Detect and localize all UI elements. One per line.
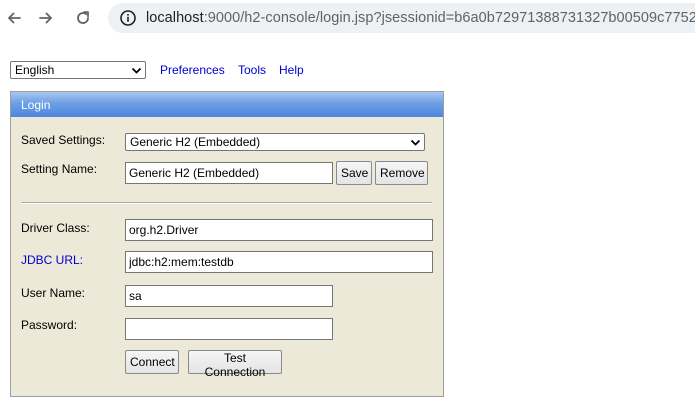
- chevron-down-icon: [131, 67, 142, 74]
- saved-settings-select[interactable]: Generic H2 (Embedded): [125, 133, 425, 151]
- tools-link[interactable]: Tools: [238, 63, 266, 77]
- forward-button[interactable]: [34, 6, 58, 30]
- reload-icon: [77, 11, 89, 24]
- user-name-label: User Name:: [21, 286, 86, 300]
- arrow-left-icon: [8, 12, 21, 24]
- address-bar[interactable]: localhost:9000/h2-console/login.jsp?jses…: [108, 3, 695, 33]
- login-header: Login: [11, 92, 443, 117]
- chevron-down-icon: [410, 139, 421, 146]
- driver-class-label: Driver Class:: [21, 221, 90, 235]
- reload-button[interactable]: [71, 6, 95, 30]
- arrow-right-icon: [39, 12, 52, 24]
- language-select[interactable]: English: [10, 61, 146, 79]
- url-host: localhost: [146, 10, 204, 26]
- password-input[interactable]: [125, 318, 333, 340]
- help-link[interactable]: Help: [279, 63, 304, 77]
- browser-toolbar: localhost:9000/h2-console/login.jsp?jses…: [0, 0, 695, 36]
- driver-class-input[interactable]: [125, 219, 433, 241]
- preferences-link[interactable]: Preferences: [160, 63, 225, 77]
- saved-settings-value: Generic H2 (Embedded): [130, 135, 261, 149]
- save-button[interactable]: Save: [336, 161, 372, 185]
- divider: [21, 202, 432, 204]
- saved-settings-label: Saved Settings:: [21, 133, 106, 147]
- login-title: Login: [21, 97, 51, 112]
- back-button[interactable]: [2, 6, 26, 30]
- jdbc-url-link[interactable]: JDBC URL:: [21, 253, 83, 267]
- password-label: Password:: [21, 318, 78, 332]
- remove-button[interactable]: Remove: [375, 161, 428, 185]
- user-name-input[interactable]: [125, 285, 333, 307]
- info-circle-icon[interactable]: [119, 9, 137, 27]
- language-select-value: English: [15, 63, 55, 77]
- connect-button[interactable]: Connect: [125, 350, 179, 374]
- setting-name-label: Setting Name:: [21, 162, 98, 176]
- url-text[interactable]: localhost:9000/h2-console/login.jsp?jses…: [146, 10, 695, 26]
- url-path: :9000/h2-console/login.jsp?jsessionid=b6…: [203, 10, 695, 26]
- test-connection-button[interactable]: Test Connection: [188, 350, 282, 379]
- login-panel: Login Saved Settings: Generic H2 (Embedd…: [10, 91, 444, 397]
- setting-name-input[interactable]: [125, 162, 333, 184]
- jdbc-url-input[interactable]: [125, 251, 433, 273]
